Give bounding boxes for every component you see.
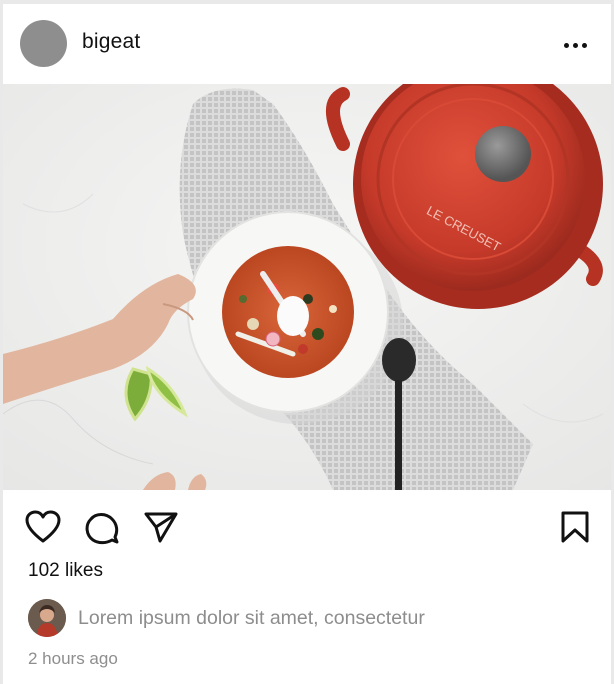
author-avatar[interactable] <box>20 20 67 67</box>
bookmark-icon[interactable] <box>560 510 590 544</box>
post-header: bigeat <box>3 4 611 84</box>
comment-icon[interactable] <box>85 511 119 545</box>
post-card: bigeat LE CREUSET 102 likes Lorem ipsum … <box>3 4 611 684</box>
post-actions <box>3 490 611 560</box>
caption-text: Lorem ipsum dolor sit amet, consectetur <box>78 607 425 629</box>
likes-count[interactable]: 102 likes <box>28 560 103 582</box>
heart-icon[interactable] <box>25 510 61 544</box>
post-photo[interactable]: LE CREUSET <box>3 84 611 490</box>
more-options-icon[interactable] <box>564 40 594 50</box>
post-timestamp: 2 hours ago <box>28 649 118 668</box>
commenter-avatar[interactable] <box>28 599 66 637</box>
author-username[interactable]: bigeat <box>82 30 140 54</box>
send-icon[interactable] <box>143 510 179 544</box>
caption-row: Lorem ipsum dolor sit amet, consectetur <box>28 599 588 639</box>
